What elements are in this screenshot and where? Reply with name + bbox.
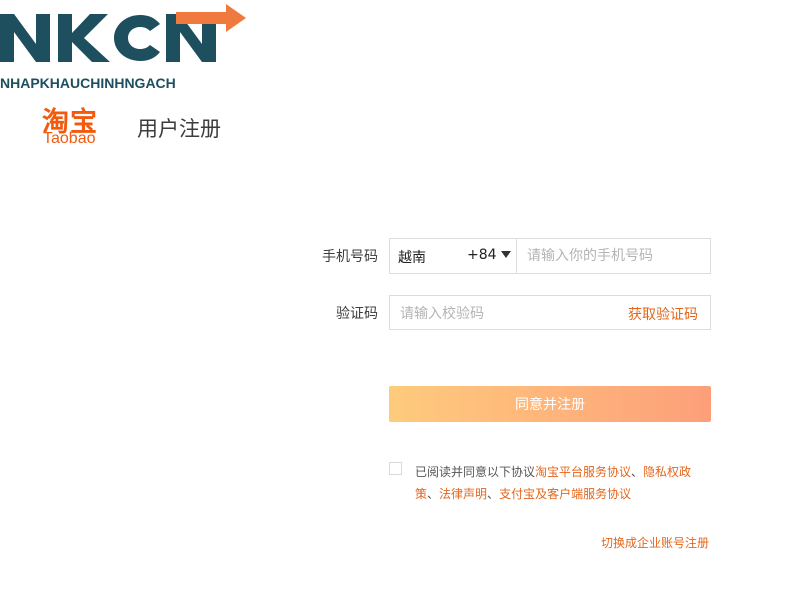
phone-label: 手机号码 [322, 249, 378, 265]
agreement-prefix: 已阅读并同意以下协议 [415, 465, 536, 479]
registration-page: NHAPKHAUCHINHNGACH 淘宝 Taobao 用户注册 手机号码 越… [0, 0, 800, 600]
country-code-dropdown[interactable]: +84 [467, 247, 511, 263]
agreement-text: 已阅读并同意以下协议淘宝平台服务协议、隐私权政策、法律声明、支付宝及客户端服务协… [415, 461, 715, 505]
get-code-button[interactable]: 获取验证码 [628, 304, 698, 324]
page-title: 用户注册 [137, 117, 221, 141]
code-label: 验证码 [336, 306, 378, 322]
agreement-sep: 、 [427, 487, 440, 501]
nkcn-logo-mark [0, 4, 246, 62]
agree-checkbox[interactable] [389, 462, 402, 475]
country-code: +84 [467, 247, 497, 263]
link-platform-agreement[interactable]: 淘宝平台服务协议 [535, 465, 631, 479]
country-select[interactable]: 越南 [398, 247, 426, 267]
agreement-sep: 、 [487, 487, 500, 501]
taobao-logo-en: Taobao [43, 130, 96, 147]
taobao-logo[interactable]: 淘宝 Taobao [40, 100, 110, 150]
agree-register-button[interactable]: 同意并注册 [389, 386, 711, 422]
watermark-tagline: NHAPKHAUCHINHNGACH [0, 75, 176, 91]
phone-field-divider [516, 239, 517, 273]
caret-down-icon [500, 251, 511, 258]
link-alipay-agreement[interactable]: 支付宝及客户端服务协议 [499, 487, 631, 501]
link-legal-notice[interactable]: 法律声明 [439, 487, 487, 501]
watermark-logo: NHAPKHAUCHINHNGACH [0, 0, 250, 95]
agreement-sep: 、 [631, 465, 644, 479]
switch-enterprise-link[interactable]: 切换成企业账号注册 [601, 534, 709, 551]
phone-input[interactable] [527, 246, 707, 266]
code-input[interactable] [400, 304, 600, 324]
